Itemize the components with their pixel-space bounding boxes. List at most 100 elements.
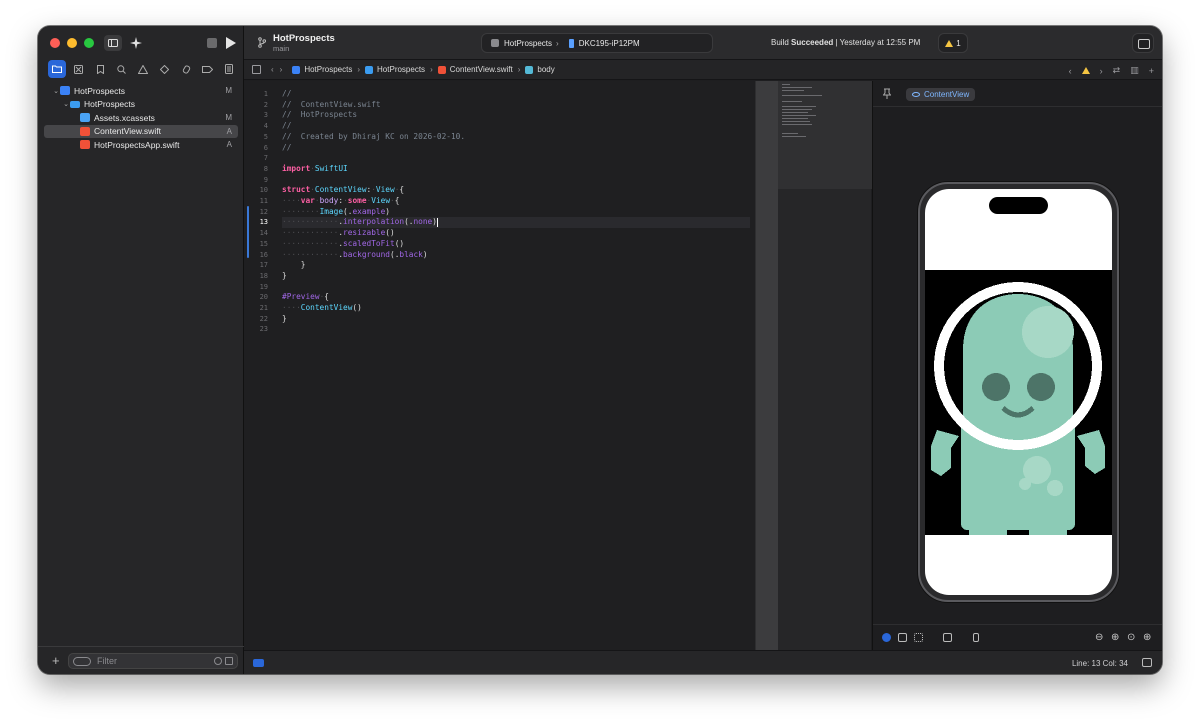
canvas-controls: ⊖ ⊕ ⊙ ⊕	[873, 624, 1162, 650]
code-line-import: import·SwiftUI	[282, 163, 348, 173]
zoom-window-button[interactable]	[84, 38, 94, 48]
scheme-selector[interactable]: HotProspects › DKC195-iP12PM	[481, 33, 713, 53]
line-number: 16	[259, 250, 268, 259]
code-line: // ContentView.swift	[282, 99, 381, 109]
minimap-line	[782, 115, 816, 116]
coding-assistant-icon[interactable]	[128, 35, 144, 51]
recent-files-icon[interactable]	[214, 657, 222, 665]
device-icon[interactable]	[973, 633, 979, 642]
eye-icon	[912, 92, 920, 97]
xcode-project-icon	[292, 65, 301, 74]
test-diamond-icon[interactable]	[156, 60, 174, 78]
zoom-out-icon[interactable]: ⊖	[1095, 632, 1103, 643]
run-destination[interactable]: DKC195-iP12PM	[579, 39, 640, 48]
warning-icon[interactable]	[1081, 67, 1090, 74]
chevron-right-icon: ›	[430, 65, 433, 74]
filter-placeholder: Filter	[97, 656, 117, 666]
warnings-button[interactable]: 1	[938, 33, 968, 53]
sidebar-toggle-icon[interactable]	[104, 35, 122, 51]
canvas-layout-icon[interactable]: ▥	[1130, 65, 1139, 76]
breadcrumb-item[interactable]: body	[537, 65, 554, 74]
stop-button[interactable]	[207, 38, 217, 48]
minimap-line	[782, 95, 822, 96]
debug-area-toggle-icon[interactable]	[253, 659, 264, 667]
app-scheme-icon	[491, 39, 499, 47]
tree-item-project[interactable]: ⌄ HotProspects M	[38, 84, 244, 98]
debug-spray-icon[interactable]	[177, 60, 195, 78]
search-icon[interactable]	[113, 60, 131, 78]
minimap-line	[782, 101, 802, 102]
swift-file-icon	[437, 65, 446, 74]
live-preview-icon[interactable]	[882, 633, 891, 642]
issue-nav-arrows[interactable]: ›	[1100, 66, 1103, 76]
xcode-project-icon	[60, 86, 70, 96]
inspector-toggle-button[interactable]	[1132, 33, 1154, 53]
history-nav-arrows[interactable]: ‹›	[271, 65, 288, 74]
source-control-icon[interactable]	[70, 60, 88, 78]
xcode-window: ⌄ HotProspects M ⌄ HotProspects Assets.x…	[38, 26, 1162, 674]
line-number: 2	[263, 100, 268, 109]
minimap-line	[782, 118, 808, 119]
device-screen[interactable]	[925, 189, 1112, 595]
pin-icon[interactable]	[882, 88, 892, 102]
code-line: //	[282, 142, 292, 152]
report-icon[interactable]	[220, 60, 238, 78]
cursor-position: Line: 13 Col: 34	[1071, 659, 1128, 668]
tree-item-app[interactable]: HotProspectsApp.swift A	[38, 138, 244, 152]
branch-name[interactable]: main	[273, 44, 289, 53]
zoom-to-100-icon[interactable]: ⊕	[1111, 632, 1119, 643]
device-settings-icon[interactable]	[943, 633, 952, 642]
zoom-in-icon[interactable]: ⊕	[1143, 632, 1151, 643]
minimap-line	[782, 133, 798, 134]
chevron-down-icon[interactable]: ⌄	[52, 87, 60, 95]
issue-nav-arrows[interactable]: ‹	[1069, 66, 1072, 76]
build-status: Build Succeeded | Yesterday at 12:55 PM	[771, 38, 920, 47]
minimize-window-button[interactable]	[67, 38, 77, 48]
source-control-filter-icon[interactable]	[225, 657, 233, 665]
filter-field[interactable]: Filter	[68, 653, 238, 669]
preview-tab[interactable]: ContentView	[906, 88, 976, 101]
code-line: //	[282, 89, 292, 98]
line-number: 14	[259, 229, 268, 238]
zoom-to-fit-icon[interactable]: ⊙	[1127, 632, 1135, 643]
code-line-resizable: ············.resizable()	[282, 228, 395, 238]
add-file-button[interactable]: +	[52, 654, 60, 667]
tree-item-label: HotProspectsApp.swift	[94, 139, 180, 150]
minimap-line	[782, 124, 812, 125]
tree-item-contentview[interactable]: ContentView.swift A	[44, 124, 238, 138]
add-editor-icon[interactable]: +	[1149, 66, 1154, 76]
breakpoint-icon[interactable]	[199, 60, 217, 78]
line-number: 21	[259, 304, 268, 312]
line-number: 15	[259, 239, 268, 248]
minimap[interactable]	[755, 81, 872, 650]
tree-item-label: HotProspects	[84, 99, 136, 110]
warning-count: 1	[956, 38, 961, 48]
run-button[interactable]	[226, 37, 236, 49]
breadcrumb: HotProspects › HotProspects › ContentVie…	[292, 65, 555, 74]
preview-label: ContentView	[924, 90, 970, 99]
source-editor[interactable]: 1 2 3 4 5 6 7 8 9 10 11 12 13 14 15 16 1…	[244, 81, 872, 650]
tree-item-group[interactable]: ⌄ HotProspects	[38, 98, 244, 112]
bookmark-icon[interactable]	[91, 60, 109, 78]
tree-item-assets[interactable]: Assets.xcassets M	[38, 111, 244, 125]
branch-icon[interactable]	[258, 37, 267, 51]
variants-grid-icon[interactable]	[914, 633, 923, 642]
close-window-button[interactable]	[50, 38, 60, 48]
navigator-sidebar: ⌄ HotProspects M ⌄ HotProspects Assets.x…	[38, 26, 244, 674]
breadcrumb-item[interactable]: ContentView.swift	[450, 65, 513, 74]
scheme-name: HotProspects	[504, 38, 553, 48]
project-navigator-icon[interactable]	[48, 60, 66, 78]
chevron-down-icon[interactable]: ⌄	[62, 100, 70, 108]
breadcrumb-item[interactable]: HotProspects	[377, 65, 425, 74]
project-title[interactable]: HotProspects	[273, 33, 335, 44]
sync-icon[interactable]: ⇄	[1113, 65, 1121, 76]
git-status-badge: M	[225, 113, 232, 123]
related-items-icon[interactable]	[252, 65, 261, 74]
hide-debug-area-icon[interactable]	[1142, 658, 1152, 667]
selectable-mode-icon[interactable]	[898, 633, 907, 642]
filter-options-icon[interactable]	[73, 656, 91, 666]
minimap-viewport[interactable]	[778, 81, 872, 189]
editor-scrollbar[interactable]	[756, 81, 778, 650]
breadcrumb-item[interactable]: HotProspects	[304, 65, 352, 74]
issue-warning-icon[interactable]	[134, 60, 152, 78]
